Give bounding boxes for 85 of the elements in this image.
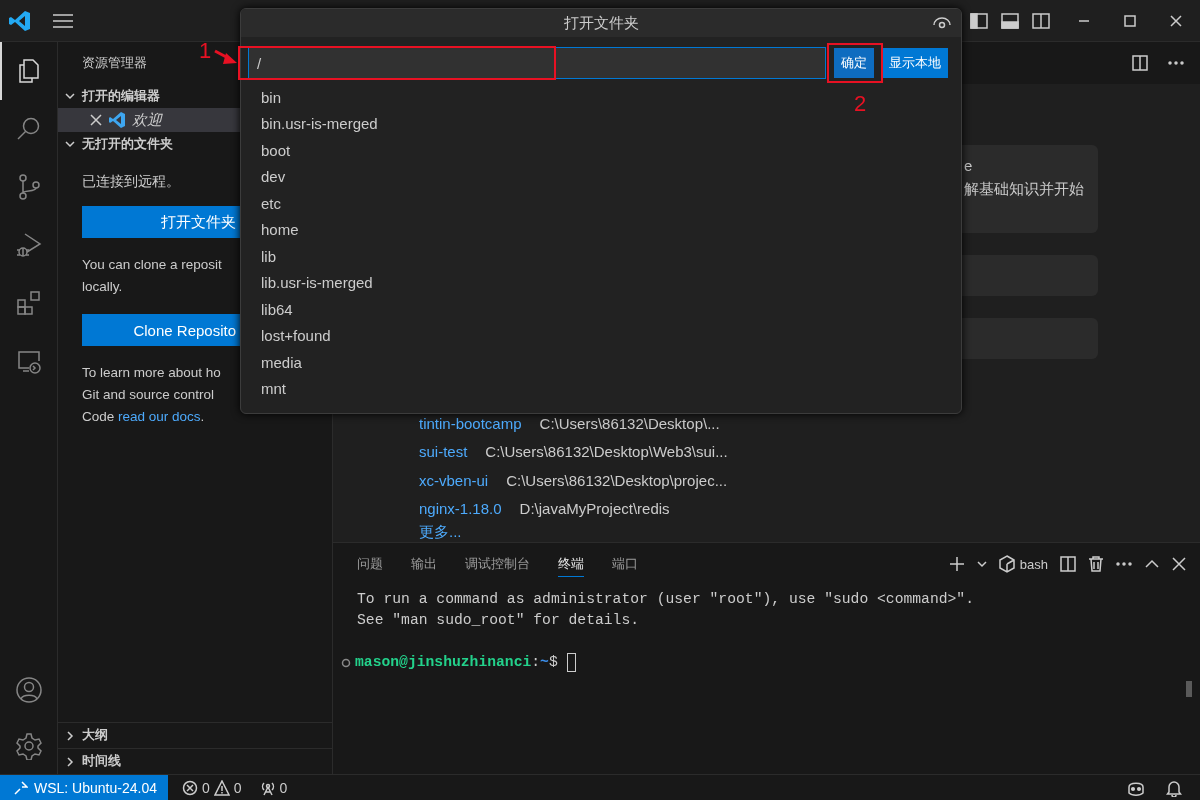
split-terminal-icon[interactable] (1060, 556, 1076, 572)
recent-project-link[interactable]: xc-vben-ui (419, 471, 489, 489)
annotation-number: 2 (854, 93, 867, 115)
panel-tab[interactable]: 终端 (558, 551, 584, 577)
project-path: C:\Users\86132\Desktop\projec... (506, 471, 728, 489)
chevron-right-icon[interactable] (64, 729, 76, 742)
clone-repository-button[interactable]: Clone Reposito (82, 314, 240, 346)
close-icon[interactable] (1172, 557, 1186, 571)
code-logo-icon[interactable] (108, 111, 126, 129)
eye-icon[interactable] (933, 16, 951, 30)
terminal-cursor (566, 653, 576, 672)
status-circle-icon[interactable] (341, 657, 351, 668)
prompt-user-host: mason@jinshuzhinanci (355, 653, 532, 672)
problems-indicator[interactable]: 0 0 (178, 779, 246, 796)
project-path: D:\javaMyProject\redis (519, 500, 670, 518)
folder-item[interactable]: media (261, 349, 302, 376)
panel-tab[interactable]: 端口 (612, 551, 638, 577)
trash-icon[interactable] (1088, 556, 1104, 572)
folder-item[interactable]: etc (261, 190, 281, 217)
docs-link[interactable]: read our docs (118, 409, 201, 424)
chevron-down-icon[interactable] (64, 90, 76, 102)
shell-name[interactable]: bash (1019, 556, 1048, 572)
sidebar-layout-icon[interactable] (970, 12, 988, 29)
card-title: e (964, 157, 974, 174)
terminal-line: To run a command as administrator (user "root"), use "sudo <command>". (357, 590, 975, 609)
terminal-line: See "man sudo_root" for details. (357, 611, 641, 630)
maximize-icon[interactable] (1124, 14, 1136, 27)
plus-icon[interactable] (948, 556, 965, 572)
learn-more-text: To learn more about ho Git and source control Code read our docs. (82, 364, 222, 426)
annotation-box (827, 43, 883, 83)
folder-item[interactable]: boot (261, 137, 291, 164)
project-path: C:\Users\86132\Desktop\Web3\sui... (485, 443, 728, 461)
folder-item[interactable]: lost+found (261, 322, 331, 349)
status-text: 已连接到远程。 (82, 172, 181, 191)
close-icon[interactable] (1170, 14, 1182, 27)
error-icon[interactable] (182, 779, 198, 796)
show-local-button[interactable]: 显示本地 (882, 48, 948, 78)
folder-item[interactable]: bin (261, 84, 282, 111)
bell-icon[interactable] (1166, 778, 1182, 797)
folder-item[interactable]: lib.usr-is-merged (261, 269, 373, 296)
cube-icon[interactable] (998, 555, 1015, 573)
antenna-icon[interactable] (259, 779, 276, 796)
ports-indicator[interactable]: 0 (255, 779, 292, 796)
panel-tab[interactable]: 调试控制台 (465, 551, 530, 577)
recent-project-link[interactable]: tintin-bootcamp (419, 414, 522, 432)
section-header[interactable]: 大纲 (58, 722, 332, 748)
chevron-down-icon[interactable] (64, 138, 76, 150)
prompt-symbol: $ (548, 653, 558, 672)
extensions-icon[interactable] (14, 289, 43, 317)
dialog-title: 打开文件夹 (563, 13, 639, 33)
folder-item[interactable]: lib (261, 243, 276, 270)
project-path: C:\Users\86132\Desktop\... (539, 414, 720, 432)
annotation-number: 1 (199, 40, 212, 62)
folder-item[interactable]: mnt (261, 375, 286, 402)
close-icon[interactable] (90, 114, 102, 126)
panel-layout-icon[interactable] (1001, 12, 1019, 29)
open-folder-button[interactable]: 打开文件夹 (82, 206, 240, 238)
clone-hint-text: You can clone a reposit locally. (82, 256, 223, 296)
menu-icon[interactable] (52, 12, 74, 29)
remote-indicator[interactable]: WSL: Ubuntu-24.04 (0, 775, 168, 800)
settings-icon[interactable] (14, 732, 43, 760)
warning-icon[interactable] (213, 779, 230, 796)
card-description: 解基础知识并开始 (964, 180, 1085, 199)
split-layout-icon[interactable] (1032, 12, 1050, 29)
split-editor-icon[interactable] (1132, 55, 1148, 71)
prompt-separator: : (531, 653, 541, 672)
ok-button[interactable]: 确定 (834, 48, 874, 78)
prompt-path: ~ (540, 653, 549, 672)
play-bug-icon[interactable] (14, 231, 43, 259)
remote-icon[interactable] (14, 780, 28, 795)
sidebar-title: 资源管理器 (82, 54, 147, 72)
folder-item[interactable]: home (261, 216, 299, 243)
folder-item[interactable]: dev (261, 163, 286, 190)
account-icon[interactable] (14, 676, 43, 704)
recent-project-link[interactable]: nginx-1.18.0 (419, 500, 502, 518)
code-logo-icon[interactable] (8, 8, 32, 33)
recent-project-link[interactable]: sui-test (419, 443, 468, 461)
chevron-down-icon[interactable] (976, 559, 987, 569)
more-link[interactable]: 更多... (419, 523, 930, 541)
path-input-field[interactable]: / (248, 47, 826, 79)
scrollbar-thumb[interactable] (1186, 681, 1192, 697)
panel-tab[interactable]: 问题 (357, 551, 383, 577)
folder-item[interactable]: lib64 (261, 296, 293, 323)
chevron-right-icon[interactable] (64, 755, 76, 768)
panel-tab[interactable]: 输出 (411, 551, 437, 577)
